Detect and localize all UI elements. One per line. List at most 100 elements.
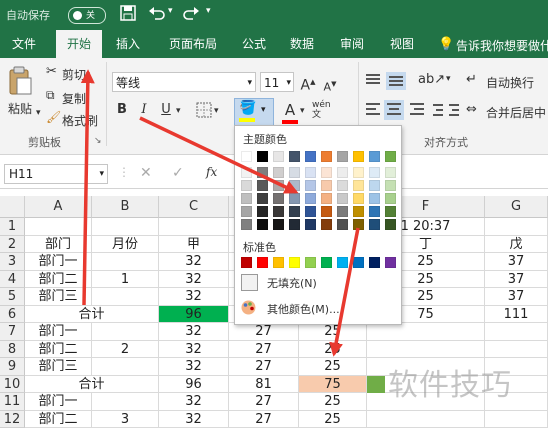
theme-shade-swatch[interactable] <box>337 193 348 204</box>
select-all-corner[interactable] <box>0 196 25 218</box>
theme-shade-swatch[interactable] <box>273 219 284 230</box>
copy-button[interactable]: 复制 <box>62 90 86 107</box>
tab-page-layout[interactable]: 页面布局 <box>160 30 226 58</box>
table-cell[interactable] <box>485 341 548 359</box>
theme-shade-swatch[interactable] <box>369 167 380 178</box>
row-header[interactable]: 7 <box>0 323 25 341</box>
theme-shade-swatch[interactable] <box>241 180 252 191</box>
standard-color-swatch[interactable] <box>369 257 380 268</box>
theme-shade-swatch[interactable] <box>337 219 348 230</box>
theme-shade-swatch[interactable] <box>385 193 396 204</box>
table-cell[interactable]: 27 <box>229 358 299 376</box>
table-cell[interactable]: 111 <box>485 306 548 324</box>
table-cell[interactable]: 1 <box>92 271 159 289</box>
vertical-align-icons[interactable] <box>364 72 408 90</box>
theme-shade-swatch[interactable] <box>353 167 364 178</box>
theme-shade-swatch[interactable] <box>273 193 284 204</box>
table-cell[interactable]: 合计 <box>25 306 159 324</box>
font-color-button[interactable]: A <box>280 100 300 120</box>
theme-color-swatch[interactable] <box>241 151 252 162</box>
tab-insert[interactable]: 插入 <box>106 30 150 58</box>
theme-color-swatch[interactable] <box>305 151 316 162</box>
table-cell[interactable]: 32 <box>159 411 229 428</box>
table-cell[interactable] <box>25 218 92 236</box>
theme-shade-swatch[interactable] <box>257 219 268 230</box>
table-cell[interactable] <box>367 411 485 428</box>
theme-shade-swatch[interactable] <box>241 206 252 217</box>
row-header[interactable]: 2 <box>0 236 25 254</box>
undo-dropdown-icon[interactable]: ▾ <box>168 6 173 16</box>
insert-function-button[interactable]: fx <box>206 165 217 179</box>
theme-shade-swatch[interactable] <box>257 167 268 178</box>
row-header[interactable]: 6 <box>0 306 25 324</box>
table-cell[interactable]: 部门一 <box>25 323 92 341</box>
theme-shade-swatch[interactable] <box>353 193 364 204</box>
tab-view[interactable]: 视图 <box>382 30 422 58</box>
theme-shade-swatch[interactable] <box>385 180 396 191</box>
table-cell[interactable]: 部门二 <box>25 341 92 359</box>
theme-shade-swatch[interactable] <box>321 219 332 230</box>
table-cell[interactable]: 32 <box>159 341 229 359</box>
cut-button[interactable]: 剪切 <box>62 66 86 83</box>
column-header-a[interactable]: A <box>25 196 92 218</box>
theme-shade-swatch[interactable] <box>273 206 284 217</box>
theme-shade-swatch[interactable] <box>241 193 252 204</box>
table-cell[interactable]: 96 <box>159 376 229 394</box>
font-name-combo[interactable]: 等线 ▾ <box>112 72 256 92</box>
tab-home[interactable]: 开始 <box>56 30 102 58</box>
theme-shade-swatch[interactable] <box>353 206 364 217</box>
table-cell[interactable] <box>367 323 485 341</box>
standard-color-swatch[interactable] <box>305 257 316 268</box>
table-cell[interactable]: 37 <box>485 271 548 289</box>
table-cell[interactable]: 月份 <box>92 236 159 254</box>
standard-color-swatch[interactable] <box>289 257 300 268</box>
theme-shade-swatch[interactable] <box>257 180 268 191</box>
table-cell[interactable]: 81 <box>229 376 299 394</box>
theme-shade-swatch[interactable] <box>385 167 396 178</box>
row-header[interactable]: 5 <box>0 288 25 306</box>
standard-color-swatch[interactable] <box>241 257 252 268</box>
phonetic-icon[interactable]: wén文 <box>312 100 331 120</box>
standard-color-swatch[interactable] <box>353 257 364 268</box>
table-cell[interactable]: 32 <box>159 288 229 306</box>
standard-color-swatch[interactable] <box>321 257 332 268</box>
table-cell[interactable]: 部门一 <box>25 393 92 411</box>
fill-color-button[interactable]: 🪣 ▾ <box>234 98 274 126</box>
table-cell[interactable] <box>92 253 159 271</box>
table-cell[interactable]: 25 <box>299 341 367 359</box>
orientation-icon[interactable]: ab↗ <box>418 72 445 87</box>
horizontal-align-icons[interactable] <box>364 100 428 120</box>
table-cell[interactable]: 部门 <box>25 236 92 254</box>
theme-color-swatch[interactable] <box>273 151 284 162</box>
tab-formulas[interactable]: 公式 <box>234 30 274 58</box>
autosave-toggle[interactable]: 关 <box>68 7 106 24</box>
table-cell[interactable] <box>92 288 159 306</box>
table-cell[interactable]: 25 <box>299 323 367 341</box>
table-cell[interactable]: 75 <box>299 376 367 394</box>
theme-shade-swatch[interactable] <box>241 219 252 230</box>
table-cell[interactable] <box>159 218 229 236</box>
column-header-b[interactable]: B <box>92 196 159 218</box>
table-cell[interactable] <box>485 218 548 236</box>
table-cell[interactable]: 3 <box>92 411 159 428</box>
table-cell[interactable]: 32 <box>159 253 229 271</box>
theme-shade-swatch[interactable] <box>305 219 316 230</box>
format-painter-button[interactable]: 格式刷 <box>62 112 98 129</box>
grow-font-button[interactable]: A▲ <box>298 72 318 92</box>
font-size-combo[interactable]: 11 ▾ <box>260 72 294 92</box>
theme-shade-swatch[interactable] <box>321 193 332 204</box>
enter-icon[interactable]: ✓ <box>172 165 184 181</box>
theme-shade-swatch[interactable] <box>241 167 252 178</box>
table-cell[interactable] <box>92 218 159 236</box>
theme-shade-swatch[interactable] <box>337 167 348 178</box>
table-cell[interactable] <box>92 323 159 341</box>
table-cell[interactable]: 2 <box>92 341 159 359</box>
tab-data[interactable]: 数据 <box>282 30 322 58</box>
table-cell[interactable]: 27 <box>229 341 299 359</box>
clipboard-launcher-icon[interactable]: ↘ <box>94 136 102 146</box>
row-header[interactable]: 1 <box>0 218 25 236</box>
row-header[interactable]: 8 <box>0 341 25 359</box>
table-cell[interactable]: 部门三 <box>25 358 92 376</box>
merge-center-button[interactable]: 合并后居中 <box>486 104 546 121</box>
cancel-icon[interactable]: ✕ <box>140 165 152 181</box>
